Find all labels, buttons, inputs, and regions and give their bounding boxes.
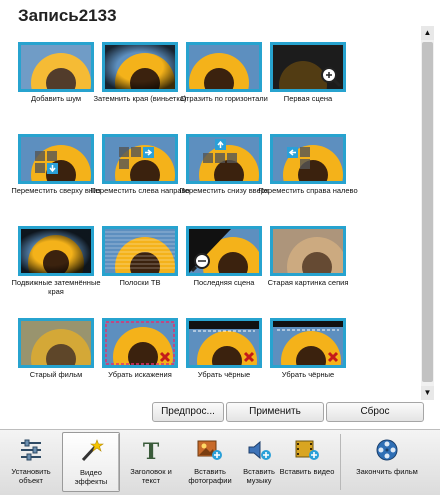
effect-label: Первая сцена <box>283 94 333 103</box>
add-music-icon <box>248 440 271 460</box>
project-title: Запись2133 <box>18 6 117 25</box>
effect-thumbnail <box>18 42 94 92</box>
bottom-toolbar: Установить объект Видео эффекты T Заголо… <box>0 429 440 495</box>
text-t-icon: T <box>143 439 160 462</box>
effects-scrollbar[interactable]: ▲ ▼ <box>421 26 434 400</box>
effect-thumbnail <box>18 318 94 368</box>
preview-button[interactable]: Предпрос... <box>152 402 224 422</box>
sliders-icon <box>21 439 41 461</box>
effect-thumbnail <box>270 134 346 184</box>
toolbar-separator <box>340 434 341 490</box>
effect-thumbnail <box>18 134 94 184</box>
effect-thumbnail <box>186 134 262 184</box>
effect-item[interactable]: Старая картинка сепия <box>264 224 364 310</box>
finish-movie-label: Закончить фильм <box>356 467 418 476</box>
effects-grid: Добавить шум Затемнить края (виньетка) О… <box>6 40 418 394</box>
scroll-down-icon[interactable]: ▼ <box>421 386 434 400</box>
effect-thumbnail <box>102 226 178 276</box>
effect-label: Убрать чёрные <box>281 370 335 379</box>
scroll-thumb[interactable] <box>422 42 433 382</box>
add-photo-icon <box>197 440 222 460</box>
reset-button[interactable]: Сброс <box>326 402 424 422</box>
video-effects-button[interactable]: Видео эффекты <box>62 432 120 492</box>
svg-text:T: T <box>143 439 160 462</box>
apply-button[interactable]: Применить <box>226 402 324 422</box>
insert-video-button[interactable]: Вставить видео <box>278 432 336 492</box>
set-object-label: Установить объект <box>11 467 51 485</box>
insert-video-label: Вставить видео <box>279 467 335 476</box>
effect-label: Старая картинка сепия <box>267 278 349 287</box>
title-text-label: Заголовок и текст <box>130 467 172 485</box>
effect-item[interactable]: Первая сцена <box>264 40 364 126</box>
effect-thumbnail <box>186 42 262 92</box>
effect-thumbnail <box>186 226 262 276</box>
film-reel-icon <box>376 439 398 461</box>
magic-wand-icon <box>81 439 104 462</box>
effect-label: Переместить справа налево <box>258 186 358 195</box>
finish-movie-button[interactable]: Закончить фильм <box>350 432 424 492</box>
effect-thumbnail <box>270 318 346 368</box>
toolbar-separator <box>118 434 119 490</box>
effect-thumbnail <box>186 318 262 368</box>
set-object-button[interactable]: Установить объект <box>2 432 60 492</box>
title-text-button[interactable]: T Заголовок и текст <box>122 432 180 492</box>
scroll-up-icon[interactable]: ▲ <box>421 26 434 40</box>
effect-item[interactable]: Переместить справа налево <box>258 132 364 218</box>
effect-thumbnail <box>102 318 178 368</box>
add-video-icon <box>295 440 319 460</box>
effect-thumbnail <box>102 42 178 92</box>
effect-thumbnail <box>270 42 346 92</box>
effect-thumbnail <box>270 226 346 276</box>
effect-thumbnail <box>18 226 94 276</box>
effect-item[interactable]: Убрать чёрные <box>264 316 364 394</box>
effect-thumbnail <box>102 134 178 184</box>
video-effects-label: Видео эффекты <box>74 468 108 486</box>
